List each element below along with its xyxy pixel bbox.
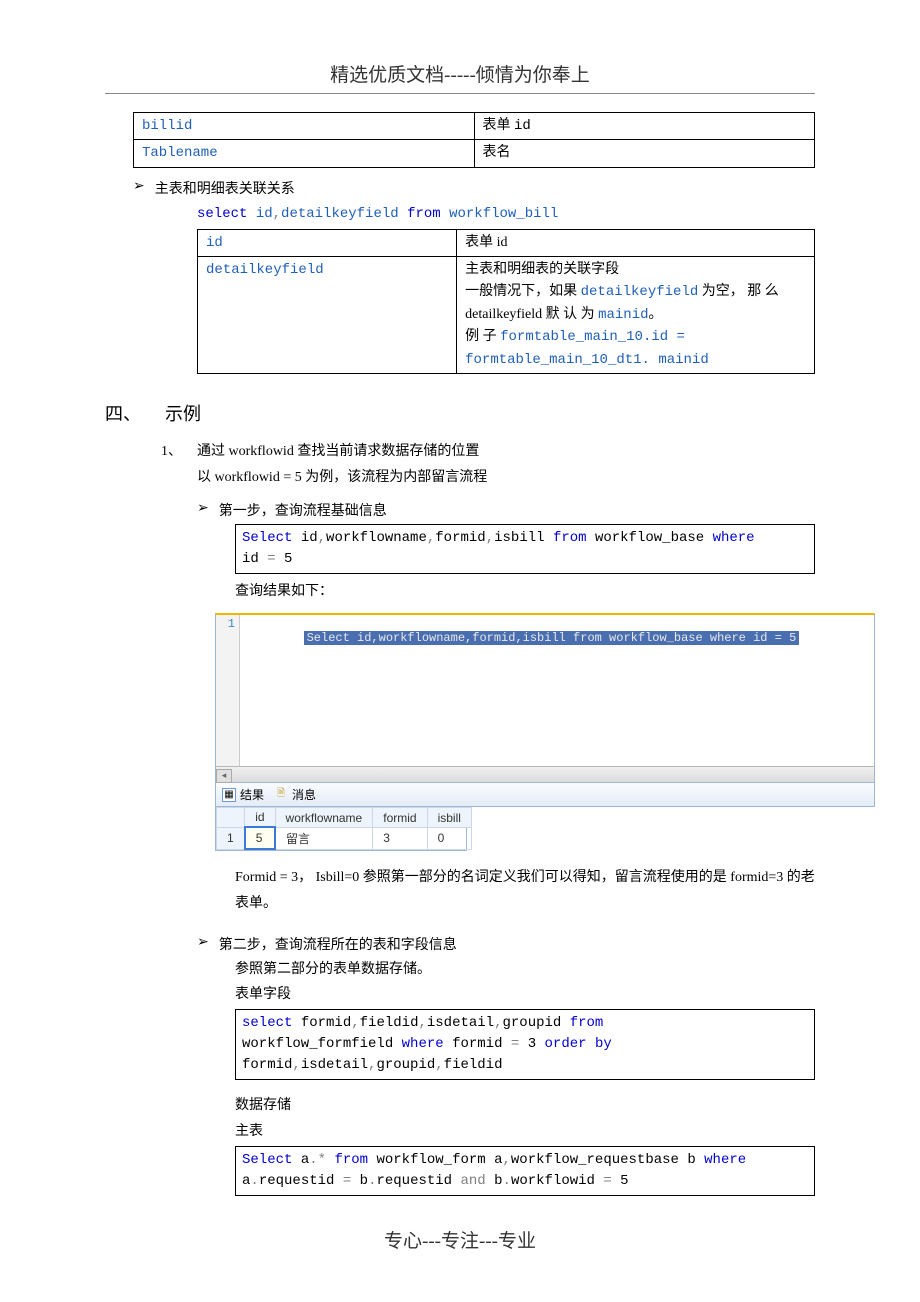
step2b: 表单字段 — [105, 983, 815, 1007]
bullet-relation: ➢ 主表和明细表关联关系 — [105, 178, 815, 198]
gutter-line-1: 1 — [216, 615, 239, 631]
cell-formid-label: 表单 id — [483, 118, 531, 133]
top-table: billid 表单 id Tablename 表名 — [133, 112, 815, 168]
cell-tablename: Tablename — [142, 145, 218, 161]
dkf-desc-1: 主表和明细表的关联字段 — [465, 259, 806, 281]
sql-box-1: Select id,workflowname,formid,isbill fro… — [235, 524, 815, 574]
relation-table: id 表单 id detailkeyfield 主表和明细表的关联字段 一般情况… — [197, 229, 815, 374]
cell-id-desc: 表单 id — [465, 235, 507, 250]
table-row: detailkeyfield 主表和明细表的关联字段 一般情况下，如果 deta… — [198, 256, 815, 373]
step2a: 参照第二部分的表单数据存储。 — [105, 958, 815, 982]
table-row: Tablename 表名 — [134, 140, 815, 167]
table-row: id 表单 id — [198, 229, 815, 256]
arrow-icon: ➢ — [197, 934, 209, 951]
arrow-icon: ➢ — [133, 178, 145, 195]
cell-formid-val[interactable]: 3 — [373, 827, 427, 849]
query-screenshot: 1 Select id,workflowname,formid,isbill f… — [215, 613, 875, 851]
results-header-row: id workflowname formid isbill — [217, 808, 472, 828]
col-workflowname[interactable]: workflowname — [275, 808, 373, 828]
horizontal-scrollbar[interactable]: ◂ — [216, 766, 874, 782]
cell-wfname-val[interactable]: 留言 — [275, 827, 373, 849]
cell-id-val[interactable]: 5 — [245, 827, 275, 849]
step1-bullet: ➢ 第一步，查询流程基础信息 — [105, 500, 815, 520]
result-label: 查询结果如下： — [105, 580, 815, 604]
col-formid[interactable]: formid — [373, 808, 427, 828]
tab-results-label: 结果 — [240, 786, 264, 803]
tab-messages[interactable]: 🗎 消息 — [274, 786, 316, 803]
document-body: billid 表单 id Tablename 表名 ➢ 主表和明细表关联关系 s… — [0, 112, 920, 1196]
col-id[interactable]: id — [245, 808, 275, 828]
editor-code: Select id,workflowname,formid,isbill fro… — [242, 615, 874, 661]
explain-para: Formid = 3， Isbill=0 参照第一部分的名词定义我们可以得知，留… — [105, 865, 815, 915]
section-title: 示例 — [165, 400, 201, 426]
highlighted-sql: Select id,workflowname,formid,isbill fro… — [304, 631, 800, 645]
cell-id: id — [206, 235, 223, 251]
store-label: 数据存储 — [105, 1094, 815, 1118]
step2-bullet: ➢ 第二步，查询流程所在的表和字段信息 — [105, 934, 815, 954]
sql-box-2: select formid,fieldid,isdetail,groupid f… — [235, 1009, 815, 1080]
dkf-desc-3: 例 子 formtable_main_10.id = formtable_mai… — [465, 326, 806, 371]
bullet-text: 主表和明细表关联关系 — [155, 178, 295, 198]
sql-editor[interactable]: 1 Select id,workflowname,formid,isbill f… — [215, 613, 875, 783]
item-title: 通过 workflowid 查找当前请求数据存储的位置 — [197, 440, 479, 464]
step1-text: 第一步，查询流程基础信息 — [219, 500, 387, 520]
sql-rel: select id,detailkeyfield from workflow_b… — [197, 206, 558, 222]
item-line2: 以 workflowid = 5 为例，该流程为内部留言流程 — [105, 466, 815, 490]
dkf-desc-2: 一般情况下，如果 detailkeyfield 为空， 那 么 detailke… — [465, 281, 806, 326]
cell-dkf: detailkeyfield — [206, 262, 324, 278]
cell-tablename-label: 表名 — [483, 145, 511, 160]
table-row: billid 表单 id — [134, 113, 815, 140]
col-isbill[interactable]: isbill — [427, 808, 471, 828]
section-4-heading: 四、 示例 — [105, 400, 815, 426]
editor-gutter: 1 — [216, 615, 240, 782]
step2-text: 第二步，查询流程所在的表和字段信息 — [219, 934, 457, 954]
arrow-icon: ➢ — [197, 500, 209, 517]
row-corner — [217, 808, 245, 828]
section-num: 四、 — [105, 400, 141, 426]
scroll-left-icon[interactable]: ◂ — [216, 769, 232, 783]
tab-results[interactable]: ▦ 结果 — [222, 786, 264, 803]
results-grid: id workflowname formid isbill 1 5 留言 3 0 — [215, 807, 467, 851]
cell-isbill-val[interactable]: 0 — [427, 827, 471, 849]
page-header: 精选优质文档-----倾情为你奉上 — [105, 60, 815, 94]
page-footer: 专心---专注---专业 — [0, 1226, 920, 1253]
row-num: 1 — [217, 827, 245, 849]
main-label: 主表 — [105, 1120, 815, 1144]
grid-icon: ▦ — [222, 788, 236, 802]
tab-messages-label: 消息 — [292, 786, 316, 803]
cell-billid: billid — [142, 118, 192, 134]
sql-box-3: Select a.* from workflow_form a,workflow… — [235, 1146, 815, 1196]
item-num: 1、 — [161, 440, 197, 464]
result-tabs: ▦ 结果 🗎 消息 — [215, 783, 875, 807]
message-icon: 🗎 — [274, 788, 288, 802]
results-data-row[interactable]: 1 5 留言 3 0 — [217, 827, 472, 849]
